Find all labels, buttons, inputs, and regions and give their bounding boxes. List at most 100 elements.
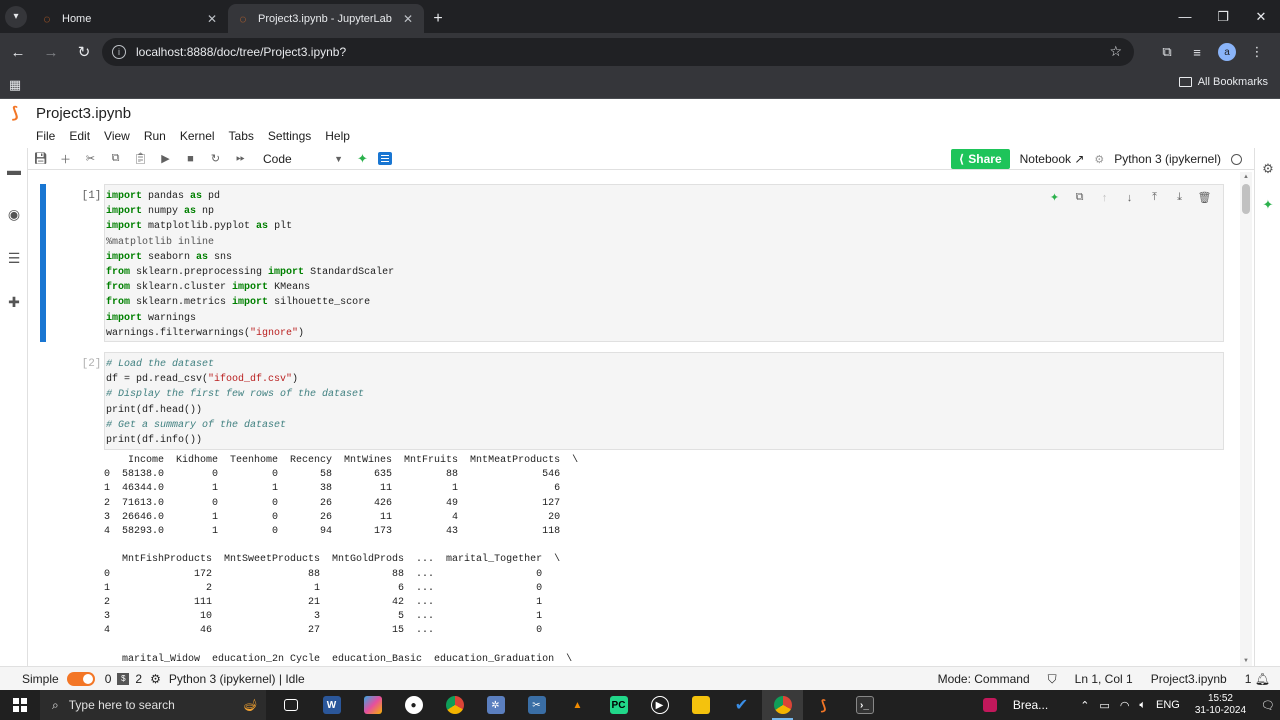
language-indicator[interactable]: ENG	[1156, 699, 1180, 711]
cell-collapser[interactable]	[40, 184, 46, 342]
code-cell-2[interactable]: [2]: # Load the dataset df = pd.read_csv(…	[40, 352, 1225, 666]
task-view-icon[interactable]	[270, 690, 311, 720]
scroll-down-icon[interactable]: ▼	[1243, 658, 1249, 664]
apps-grid-icon[interactable]: ▦	[0, 77, 30, 93]
close-window-icon[interactable]: ✕	[1242, 0, 1280, 33]
ai-sparkle-icon[interactable]: ✦	[1255, 192, 1280, 218]
move-up-icon[interactable]: ↑	[1096, 189, 1113, 206]
chrome-active-icon[interactable]	[762, 690, 803, 720]
run-icon[interactable]: ▶	[153, 148, 178, 170]
code-cell-1[interactable]: [1]: import pandas as pd import numpy as …	[40, 184, 1225, 342]
save-icon[interactable]: 💾︎	[28, 148, 53, 170]
more-menu-icon[interactable]: ⋮	[1242, 37, 1272, 67]
reload-icon[interactable]: ↻	[69, 37, 99, 67]
copilot-icon[interactable]	[352, 690, 393, 720]
code-token: numpy	[142, 206, 185, 218]
simple-mode-toggle[interactable]	[66, 671, 95, 686]
maximize-icon[interactable]: ❐	[1204, 0, 1242, 33]
github-desktop-icon[interactable]: ●	[393, 690, 434, 720]
wifi-icon[interactable]: ◠	[1120, 699, 1130, 712]
fast-forward-icon[interactable]: ⏩︎	[228, 148, 253, 170]
close-tab-icon[interactable]: ✕	[400, 12, 416, 26]
notification-count[interactable]: 1 🔔︎	[1245, 672, 1270, 686]
move-down-icon[interactable]: ↓	[1121, 189, 1138, 206]
restart-icon[interactable]: ↻	[203, 148, 228, 170]
add-cell-icon[interactable]: ＋	[53, 148, 78, 170]
menu-edit[interactable]: Edit	[69, 129, 90, 143]
ai-sparkle-icon[interactable]: ✦	[357, 151, 368, 167]
profile-avatar[interactable]: a	[1218, 43, 1236, 61]
cell-type-select[interactable]: Code ▼	[263, 152, 343, 166]
ai-sparkle-icon[interactable]: ✦	[1046, 189, 1063, 206]
kernel-count[interactable]: 2	[135, 672, 142, 686]
chrome-icon[interactable]	[434, 690, 475, 720]
notifications-icon[interactable]: 🗨︎	[1261, 699, 1275, 712]
stop-icon[interactable]: ■	[178, 148, 203, 170]
battery-icon[interactable]: ▭	[1099, 699, 1109, 712]
vlc-icon[interactable]: ▲	[557, 690, 598, 720]
scroll-up-icon[interactable]: ▲	[1243, 174, 1249, 180]
close-tab-icon[interactable]: ✕	[204, 12, 220, 26]
open-notebook-link[interactable]: Notebook ↗	[1020, 152, 1085, 166]
menu-file[interactable]: File	[36, 129, 55, 143]
app-grid-icon[interactable]: ✲	[475, 690, 516, 720]
files-icon[interactable]	[680, 690, 721, 720]
running-icon[interactable]: ◉	[0, 192, 28, 236]
delete-icon[interactable]: 🗑︎	[1196, 189, 1213, 206]
menu-view[interactable]: View	[104, 129, 130, 143]
volume-icon[interactable]: 🔈︎	[1139, 699, 1146, 712]
jupyter-app-icon[interactable]: ⟆	[803, 690, 844, 720]
extensions-icon[interactable]: ⧉	[1152, 37, 1182, 67]
extensions-icon[interactable]: ✚	[0, 280, 28, 324]
cell-editor[interactable]: # Load the dataset df = pd.read_csv("ifoo…	[104, 352, 1224, 450]
copy-icon[interactable]: ⧉	[103, 148, 128, 170]
menu-run[interactable]: Run	[144, 129, 166, 143]
start-button[interactable]	[0, 690, 40, 720]
duplicate-icon[interactable]: ⧉	[1071, 189, 1088, 206]
terminal-count[interactable]: 0	[105, 672, 112, 686]
toc-icon[interactable]: ☰	[0, 236, 28, 280]
snipping-tool-icon[interactable]: ✂	[516, 690, 557, 720]
terminal-app-icon[interactable]: ›_	[844, 690, 885, 720]
news-widget[interactable]: Brea...	[978, 698, 1053, 712]
back-icon[interactable]: ←	[3, 37, 33, 67]
new-tab-button[interactable]: +	[424, 4, 452, 33]
tab-project3[interactable]: ◌ Project3.ipynb - JupyterLab ✕	[228, 4, 424, 33]
menu-settings[interactable]: Settings	[268, 129, 311, 143]
bookmark-star-icon[interactable]: ☆	[1109, 43, 1122, 60]
toc-list-icon[interactable]	[377, 152, 392, 165]
todo-icon[interactable]: ✔	[721, 690, 762, 720]
clock[interactable]: 15:52 31-10-2024	[1195, 693, 1246, 717]
cursor-position[interactable]: Ln 1, Col 1	[1075, 672, 1133, 686]
share-button[interactable]: ⟨ Share	[950, 149, 1010, 169]
taskbar-search[interactable]: ⌕ Type here to search 🪔︎	[40, 690, 266, 720]
kernel-status-text[interactable]: Python 3 (ipykernel) | Idle	[169, 672, 305, 686]
site-info-icon[interactable]: i	[112, 45, 126, 59]
tab-home[interactable]: ◌ Home ✕	[32, 4, 228, 33]
all-bookmarks-button[interactable]: All Bookmarks	[1178, 76, 1268, 88]
media-icon[interactable]: ≡	[1182, 37, 1212, 67]
menu-tabs[interactable]: Tabs	[229, 129, 254, 143]
folder-icon[interactable]: ▬	[0, 148, 28, 192]
cut-icon[interactable]: ✂	[78, 148, 103, 170]
scrollbar-thumb[interactable]	[1242, 184, 1250, 214]
paste-icon[interactable]: 📋︎	[128, 148, 153, 170]
minimize-icon[interactable]: —	[1166, 0, 1204, 33]
pycharm-icon[interactable]: PC	[598, 690, 639, 720]
word-icon[interactable]: W	[311, 690, 352, 720]
property-inspector-icon[interactable]: ⚙	[1255, 156, 1280, 182]
insert-below-icon[interactable]: ⤓	[1171, 189, 1188, 206]
cell-editor[interactable]: import pandas as pd import numpy as np imp…	[104, 184, 1224, 342]
tray-overflow-icon[interactable]: ⌃	[1080, 699, 1089, 712]
forward-icon[interactable]: →	[36, 37, 66, 67]
chevron-down-icon: ▾	[5, 5, 27, 28]
insert-above-icon[interactable]: ⤒	[1146, 189, 1163, 206]
menu-kernel[interactable]: Kernel	[180, 129, 215, 143]
url-field[interactable]: i localhost:8888/doc/tree/Project3.ipynb…	[102, 38, 1134, 66]
tab-search-button[interactable]: ▾	[0, 0, 32, 33]
kernel-name[interactable]: Python 3 (ipykernel)	[1114, 152, 1221, 166]
notebook-scrollbar[interactable]: ▲ ▼	[1240, 172, 1252, 666]
menu-help[interactable]: Help	[325, 129, 350, 143]
gear-icon[interactable]: ⚙	[1094, 153, 1104, 166]
media-player-icon[interactable]: ▶	[639, 690, 680, 720]
